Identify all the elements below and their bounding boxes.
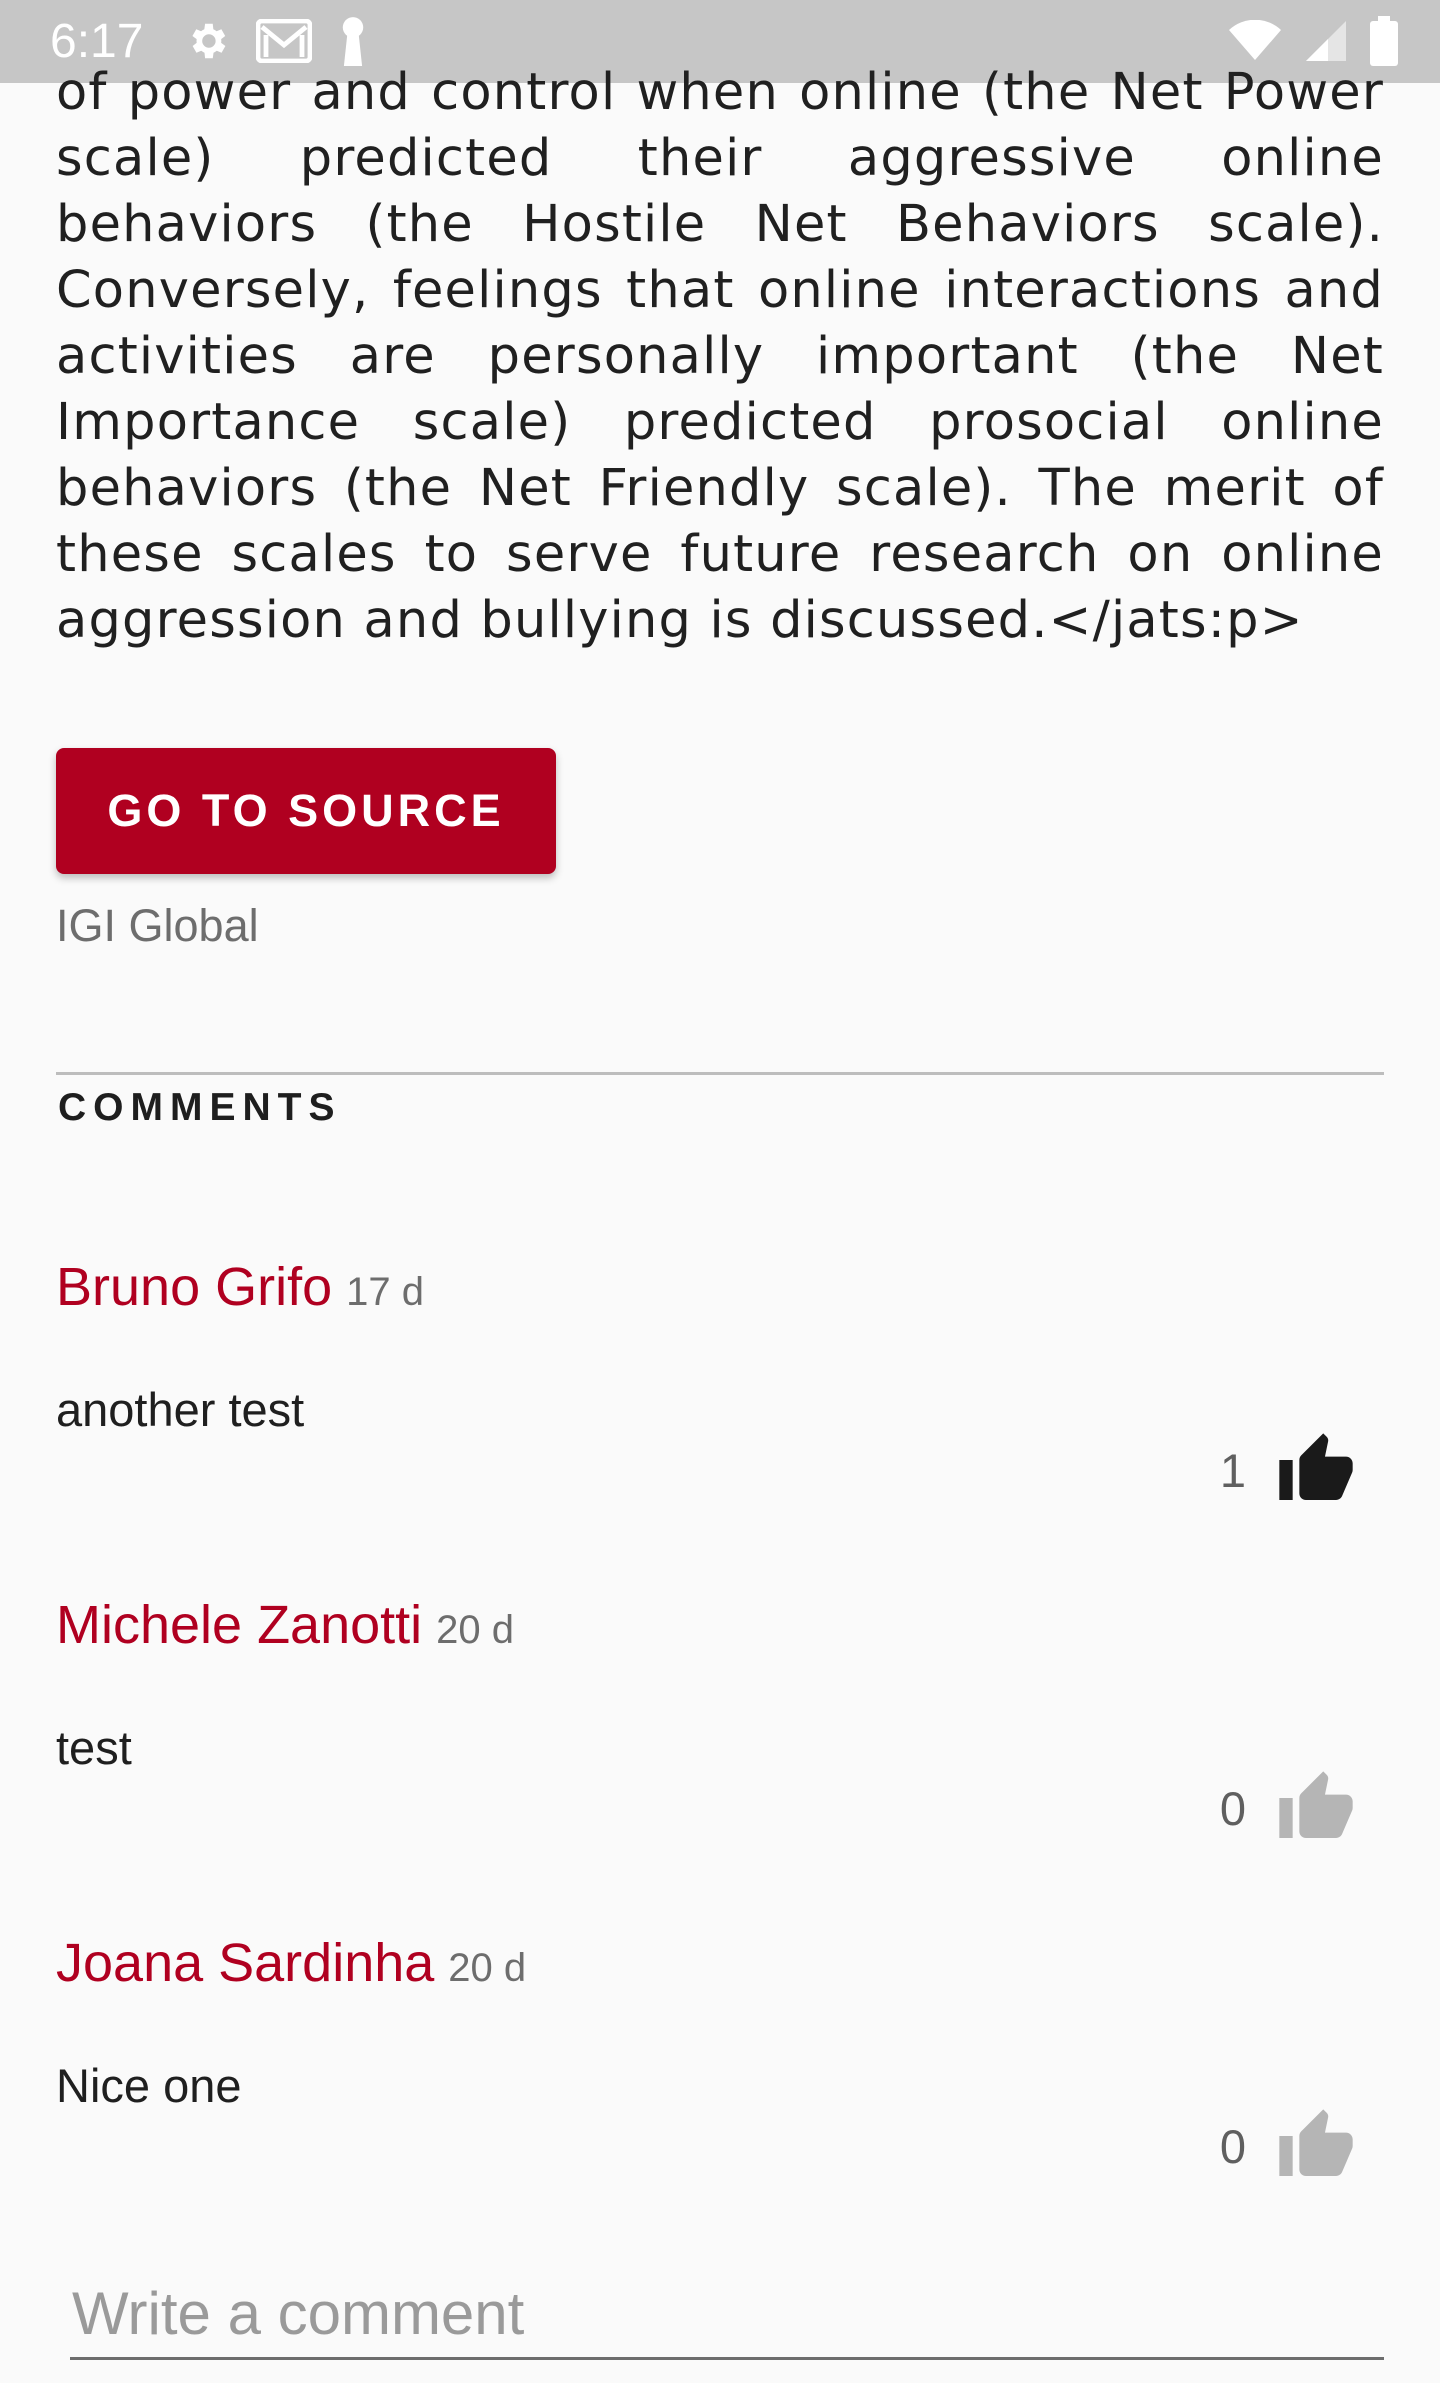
comment-author[interactable]: Bruno Grifo — [56, 1257, 332, 1317]
comment-header: Joana Sardinha 20 d — [56, 1932, 526, 1994]
comment-text: another test — [56, 1383, 305, 1436]
comment-author[interactable]: Joana Sardinha — [56, 1933, 434, 1993]
main-content: of power and control when online (the Ne… — [56, 60, 1384, 2176]
go-to-source-button[interactable]: GO TO SOURCE — [56, 748, 556, 874]
comment-header: Michele Zanotti 20 d — [56, 1594, 514, 1656]
comments-divider — [56, 1072, 1384, 1075]
comment-age: 20 d — [436, 1608, 515, 1652]
comment-item: Bruno Grifo 17 d another test 1 — [56, 1256, 1384, 1576]
source-name: IGI Global — [56, 900, 259, 951]
article-abstract: of power and control when online (the Ne… — [56, 63, 1384, 650]
like-button[interactable] — [1276, 2106, 1356, 2186]
like-count: 0 — [1219, 2119, 1246, 2173]
like-area: 0 — [1220, 2106, 1356, 2186]
thumb-up-icon — [1279, 1771, 1353, 1838]
comment-text: Nice one — [56, 2059, 242, 2112]
thumb-up-icon — [1279, 2109, 1353, 2176]
like-count: 0 — [1219, 1781, 1246, 1835]
like-area: 0 — [1220, 1768, 1356, 1848]
comment-text: test — [56, 1721, 132, 1774]
comment-input[interactable] — [70, 2270, 1384, 2360]
comment-age: 17 d — [346, 1270, 424, 1314]
comment-item: Michele Zanotti 20 d test 0 — [56, 1594, 1384, 1914]
like-button[interactable] — [1276, 1768, 1356, 1848]
comment-header: Bruno Grifo 17 d — [56, 1256, 424, 1318]
comments-heading: COMMENTS — [58, 1086, 342, 1129]
comment-item: Joana Sardinha 20 d Nice one 0 — [56, 1932, 1384, 2252]
like-count: 1 — [1219, 1443, 1246, 1497]
like-button[interactable] — [1276, 1430, 1356, 1510]
like-area: 1 — [1220, 1430, 1356, 1510]
comment-author[interactable]: Michele Zanotti — [56, 1595, 422, 1655]
thumb-up-icon — [1279, 1433, 1353, 1500]
comment-age: 20 d — [448, 1946, 527, 1990]
